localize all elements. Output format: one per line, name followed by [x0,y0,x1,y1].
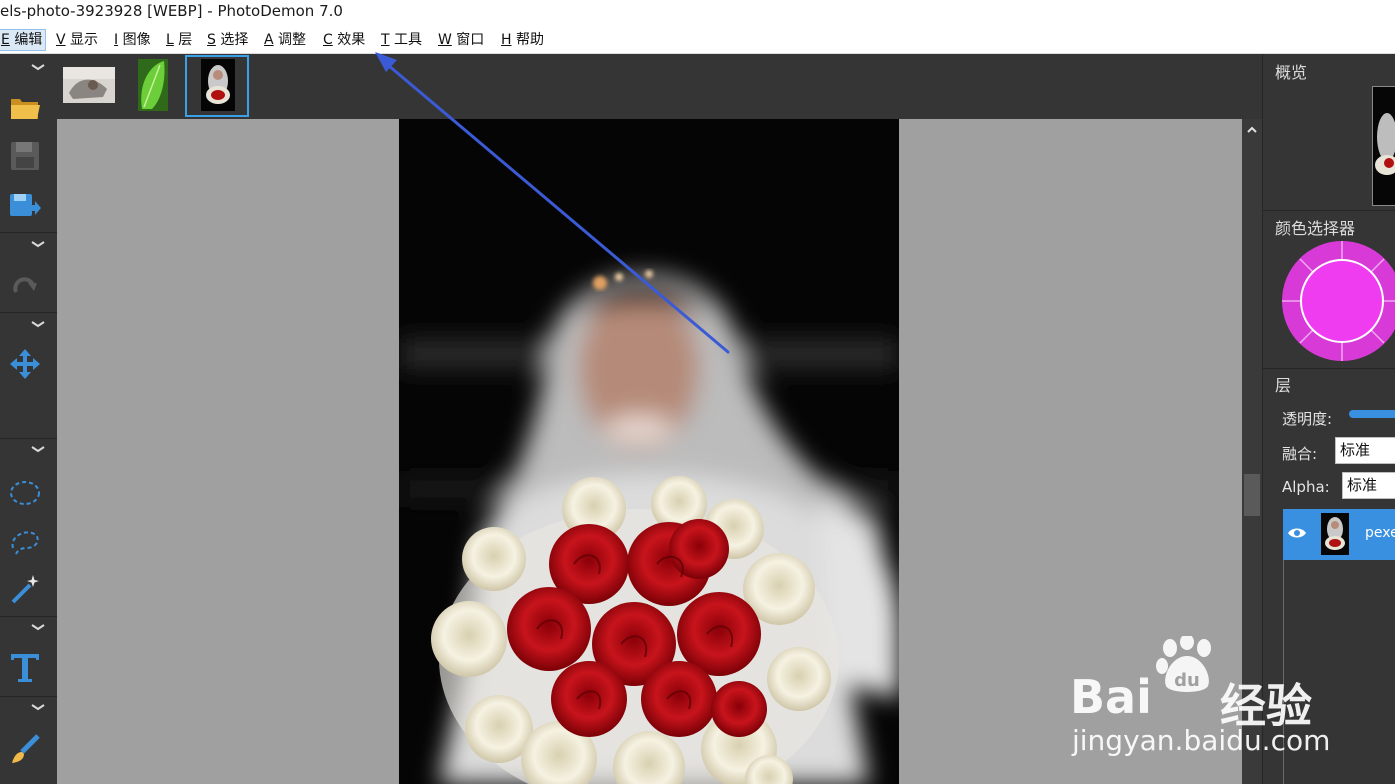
window-title: els-photo-3923928 [WEBP] - PhotoDemon 7.… [0,2,343,20]
color-wheel[interactable] [1281,240,1395,362]
collapse-chevron-icon[interactable] [30,62,46,72]
collapse-chevron-icon[interactable] [30,239,46,249]
magic-wand-icon[interactable] [8,572,42,606]
menu-select[interactable]: S 选择 [204,30,251,50]
save-as-icon[interactable] [8,188,42,222]
menu-view[interactable]: V 显示 [53,30,101,50]
lasso-select-icon[interactable] [8,524,42,558]
watermark-brand: Bai [1070,670,1152,724]
title-bar: els-photo-3923928 [WEBP] - PhotoDemon 7.… [0,0,1395,26]
scroll-up-arrow-icon[interactable] [1246,125,1258,135]
svg-text:du: du [1174,670,1200,691]
layer-row[interactable]: pexe [1283,509,1395,560]
redo-icon[interactable] [8,268,42,302]
opacity-label: 透明度: [1282,410,1333,428]
menu-tools[interactable]: T 工具 [378,30,425,50]
collapse-chevron-icon[interactable] [30,444,46,454]
menu-edit[interactable]: E 编辑 [0,29,47,51]
save-icon[interactable] [8,139,42,173]
blend-mode-select[interactable]: 标准 [1335,437,1395,464]
overview-panel-title: 概览 [1275,63,1308,82]
layers-panel-title: 层 [1275,376,1292,395]
menu-effects[interactable]: C 效果 [320,30,368,50]
watermark-url: jingyan.baidu.com [1072,724,1331,757]
image-tabs-strip [57,54,1262,119]
canvas-area[interactable] [57,119,1242,784]
menu-bar: E 编辑 V 显示 I 图像 L 层 S 选择 A 调整 C 效果 T 工具 W… [0,26,1395,54]
move-icon[interactable] [8,347,42,381]
collapse-chevron-icon[interactable] [30,622,46,632]
layer-thumbnail [1321,513,1349,555]
color-picker-panel-title: 颜色选择器 [1275,219,1356,238]
paintbrush-icon[interactable] [8,732,42,766]
menu-layer[interactable]: L 层 [163,30,195,50]
opacity-slider[interactable] [1349,410,1395,418]
alpha-mode-label: Alpha: [1282,478,1330,496]
ellipse-select-icon[interactable] [8,476,42,510]
baidu-watermark: du Bai 经验 jingyan.baidu.com [1070,636,1330,766]
collapse-chevron-icon[interactable] [30,702,46,712]
image-tab-thumbnail[interactable] [63,67,115,103]
baidu-paw-logo: du [1156,636,1211,692]
image-tab-thumbnail-selected[interactable] [185,55,249,117]
image-tab-thumbnail[interactable] [138,59,168,111]
menu-adjust[interactable]: A 调整 [261,30,309,50]
alpha-mode-select[interactable]: 标准 [1342,472,1395,499]
menu-window[interactable]: W 窗口 [435,30,487,50]
canvas-image[interactable] [399,119,899,784]
overview-thumbnail[interactable] [1372,86,1395,206]
blend-mode-label: 融合: [1282,445,1318,463]
menu-image[interactable]: I 图像 [111,30,154,50]
scroll-thumb[interactable] [1244,474,1260,516]
layer-visibility-eye-icon[interactable] [1287,526,1307,540]
collapse-chevron-icon[interactable] [30,319,46,329]
open-folder-icon[interactable] [8,90,42,124]
text-tool-icon[interactable] [8,650,42,684]
tool-panel [0,54,57,784]
menu-help[interactable]: H 帮助 [498,30,547,50]
layer-name: pexe [1365,525,1395,541]
current-color-swatch [1300,259,1384,343]
